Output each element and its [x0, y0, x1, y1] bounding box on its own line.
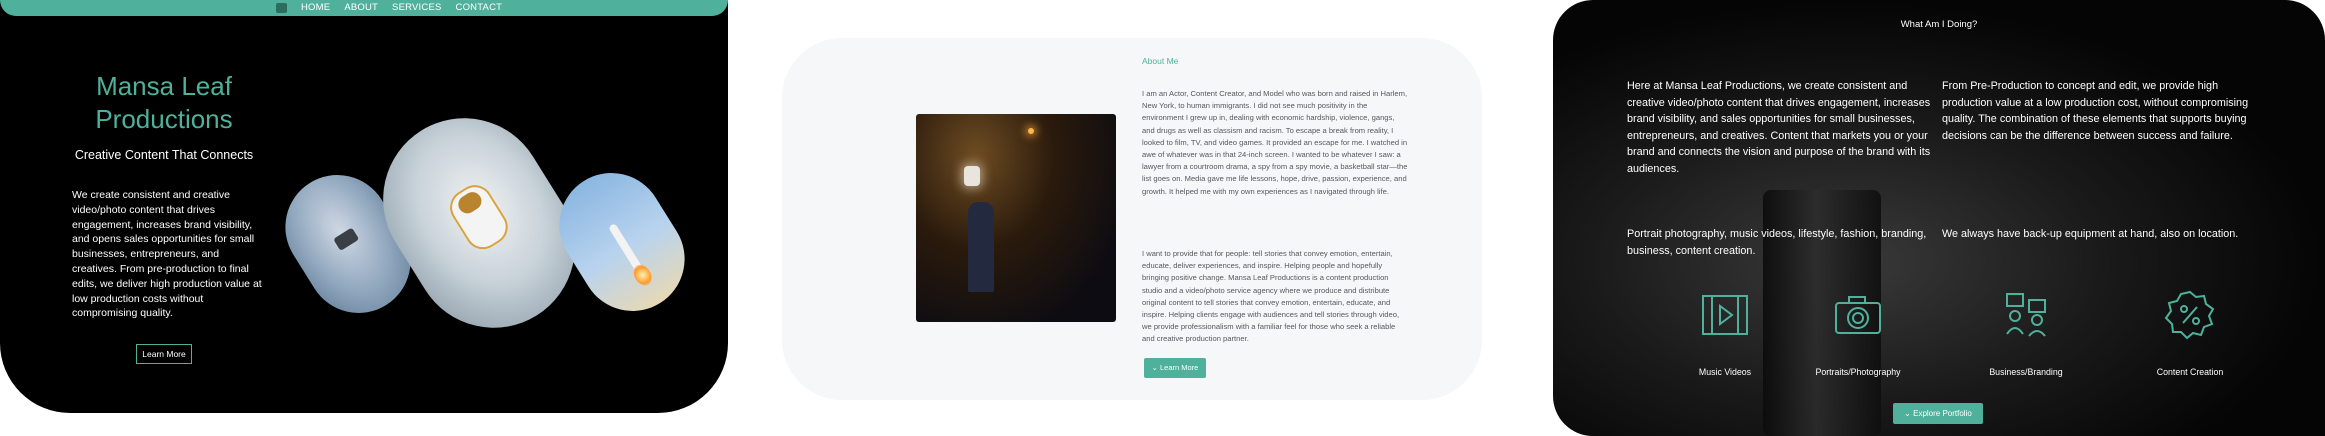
camera-light: [964, 166, 980, 186]
percent-badge-icon: [2164, 290, 2215, 340]
service-label: Business/Branding: [1989, 367, 2063, 377]
service-business[interactable]: Business/Branding: [1971, 288, 2081, 377]
about-button-label: Learn More: [1160, 363, 1199, 372]
learn-more-button[interactable]: Learn More: [136, 344, 192, 364]
services-text-2: From Pre-Production to concept and edit,…: [1942, 80, 2249, 142]
camera-icon: [1835, 296, 1881, 334]
nav-home[interactable]: HOME: [301, 2, 330, 13]
explore-portfolio-button[interactable]: ⌄ Explore Portfolio: [1893, 403, 1983, 424]
film-icon: [1702, 295, 1748, 335]
person-figure: [968, 202, 994, 292]
explore-button-label: Explore Portfolio: [1913, 409, 1972, 418]
chevron-down-icon: ⌄: [1151, 363, 1160, 372]
rocket-icon: [608, 222, 642, 270]
service-label: Portraits/Photography: [1815, 367, 1901, 377]
rocket-launch-image: [539, 153, 705, 331]
service-content-creation[interactable]: Content Creation: [2135, 288, 2245, 377]
service-portraits[interactable]: Portraits/Photography: [1803, 288, 1913, 377]
tagline: Creative Content That Connects: [74, 148, 254, 162]
service-music-videos[interactable]: Music Videos: [1670, 288, 1780, 377]
site-title: Mansa Leaf Productions: [95, 71, 233, 134]
logo-icon[interactable]: [276, 2, 287, 13]
services-panel: What Am I Doing? Here at Mansa Leaf Prod…: [1553, 0, 2325, 436]
about-panel: About Me I am an Actor, Content Creator,…: [782, 0, 1482, 436]
nav-contact[interactable]: CONTACT: [456, 2, 503, 13]
about-heading: About Me: [1142, 56, 1179, 66]
astronaut-figure: [443, 178, 515, 256]
nav-about[interactable]: ABOUT: [344, 2, 378, 13]
intro-text: We create consistent and creative video/…: [72, 189, 262, 320]
satellite-icon: [333, 227, 360, 251]
about-photo: [916, 114, 1116, 322]
street-lamp: [1028, 128, 1034, 134]
services-heading: What Am I Doing?: [1900, 19, 1978, 30]
service-label: Content Creation: [2156, 367, 2224, 377]
services-text-1: Here at Mansa Leaf Productions, we creat…: [1627, 80, 1931, 175]
meeting-icon: [2006, 293, 2046, 337]
about-paragraph-2: I want to provide that for people: tell …: [1142, 249, 1400, 344]
service-label: Music Videos: [1698, 367, 1752, 377]
services-text-4: We always have back-up equipment at hand…: [1942, 228, 2239, 240]
services-text-3: Portrait photography, music videos, life…: [1627, 228, 1927, 257]
nav-services[interactable]: SERVICES: [392, 2, 441, 13]
main-nav: HOME ABOUT SERVICES CONTACT: [276, 2, 502, 13]
home-hero: HOME ABOUT SERVICES CONTACT Mansa Leaf P…: [0, 0, 728, 413]
about-paragraph-1: I am an Actor, Content Creator, and Mode…: [1142, 89, 1408, 196]
chevron-down-icon: ⌄: [1904, 409, 1914, 418]
home-panel: HOME ABOUT SERVICES CONTACT Mansa Leaf P…: [0, 0, 728, 436]
about-learn-more-button[interactable]: ⌄ Learn More: [1144, 358, 1206, 378]
